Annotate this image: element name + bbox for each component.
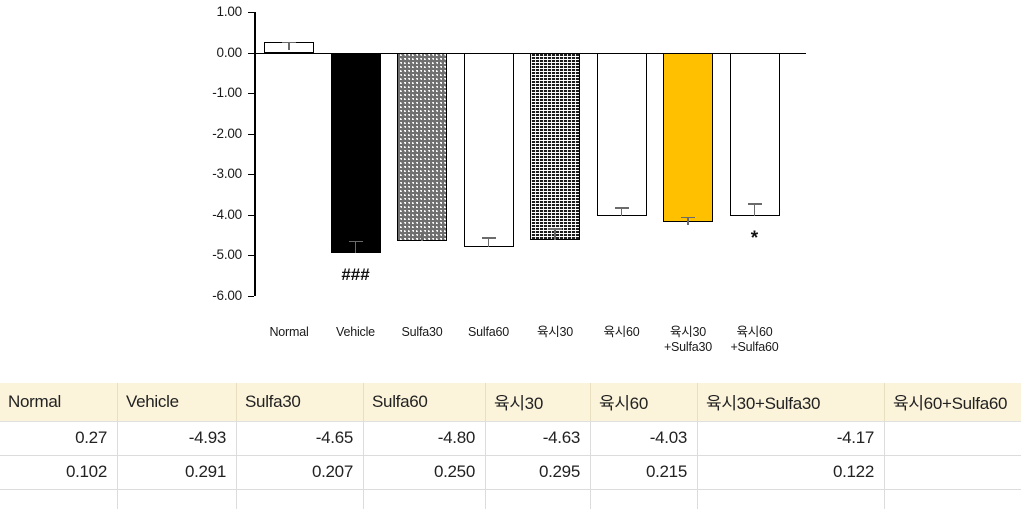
table-cell-r1c5[interactable]: -4.63 xyxy=(485,421,591,456)
table-header-row: Normal Vehicle Sulfa30 Sulfa60 육시30 육시60 육시30+… xyxy=(0,383,1021,422)
bar-rect-육시60--Sulfa60 xyxy=(729,52,780,217)
table-body: 0.27-4.93-4.65-4.80-4.63-4.03-4.17-4.040… xyxy=(0,421,1021,509)
table-cell-r3c4[interactable] xyxy=(363,489,486,509)
data-table-container: Normal Vehicle Sulfa30 Sulfa60 육시30 육시60 육시30+… xyxy=(0,383,1021,509)
y-axis-line xyxy=(254,12,256,296)
y-tick-mark xyxy=(248,214,254,216)
bar-rect-Sulfa60 xyxy=(463,52,514,248)
x-label-8: 육시60 +Sulfa60 xyxy=(730,325,779,354)
table-cell-r1c4[interactable]: -4.80 xyxy=(363,421,486,456)
y-tick-mark xyxy=(248,255,254,257)
table-header-2[interactable]: Vehicle xyxy=(117,383,237,422)
table-row xyxy=(0,489,1021,509)
bar-4 xyxy=(463,52,514,248)
bar-rect-육시30 xyxy=(530,52,580,241)
y-tick-label: 0.00 xyxy=(216,44,243,60)
table-cell-r2c1[interactable]: 0.102 xyxy=(0,455,118,490)
y-tick-label: -6.00 xyxy=(212,288,242,303)
bar-6 xyxy=(596,52,647,217)
bar-8 xyxy=(729,52,780,217)
bar-7 xyxy=(663,52,713,222)
table-header-4[interactable]: Sulfa60 xyxy=(363,383,486,422)
table-cell-r1c3[interactable]: -4.65 xyxy=(236,421,364,456)
table-cell-r3c3[interactable] xyxy=(236,489,364,509)
bar-5 xyxy=(530,52,580,241)
table-cell-r1c7[interactable]: -4.17 xyxy=(697,421,885,456)
table-header-6[interactable]: 육시60 xyxy=(590,383,698,422)
table-cell-r3c5[interactable] xyxy=(485,489,591,509)
error-bar-stem xyxy=(753,203,756,217)
table-cell-r3c8[interactable] xyxy=(884,489,1021,509)
data-table: Normal Vehicle Sulfa30 Sulfa60 육시30 육시60 육시30+… xyxy=(0,383,1021,509)
table-cell-r2c2[interactable]: 0.291 xyxy=(117,455,237,490)
y-tick-label: -5.00 xyxy=(212,247,242,263)
error-bar-stem xyxy=(354,240,357,253)
table-header-7[interactable]: 육시30+Sulfa30 xyxy=(697,383,885,422)
error-bar-cap xyxy=(282,41,296,44)
y-tick-mark xyxy=(248,52,254,54)
y-tick-mark xyxy=(248,133,254,135)
error-bar-cap xyxy=(348,240,363,243)
bar-rect-Sulfa30 xyxy=(397,52,447,242)
table-cell-r3c1[interactable] xyxy=(0,489,118,509)
y-tick-label: 1.00 xyxy=(216,4,243,19)
bar-rect-Vehicle xyxy=(330,52,381,253)
y-tick-label: -1.00 xyxy=(212,85,242,101)
bar-rect-육시30--Sulfa30 xyxy=(663,52,713,222)
table-cell-r3c6[interactable] xyxy=(590,489,698,509)
table-cell-r1c2[interactable]: -4.93 xyxy=(117,421,237,456)
table-cell-r2c4[interactable]: 0.250 xyxy=(363,455,486,490)
error-bar-cap xyxy=(415,232,429,235)
table-header-1[interactable]: Normal xyxy=(0,383,118,422)
table-header-3[interactable]: Sulfa30 xyxy=(236,383,364,422)
table-header-8[interactable]: 육시60+Sulfa60 xyxy=(884,383,1021,422)
table-cell-r2c3[interactable]: 0.207 xyxy=(236,455,364,490)
table-cell-r1c6[interactable]: -4.03 xyxy=(590,421,698,456)
bar-chart: 1.00 0.00 -1.00 -2.00 -3.00 -4.00 -5.00 -6.00 N… xyxy=(0,0,1021,378)
significance-marker-hashhashhash: ### xyxy=(341,264,370,284)
y-tick-label: -3.00 xyxy=(212,166,242,182)
error-bar-cap xyxy=(747,203,762,205)
y-tick-label: -4.00 xyxy=(212,206,242,222)
y-tick-mark xyxy=(248,296,254,297)
bar-2 xyxy=(330,52,381,253)
table-cell-r2c5[interactable]: 0.295 xyxy=(485,455,591,490)
y-tick-mark xyxy=(248,174,254,176)
table-cell-r3c2[interactable] xyxy=(117,489,237,509)
y-tick-mark xyxy=(248,93,254,95)
table-cell-r1c1[interactable]: 0.27 xyxy=(0,421,118,456)
table-header-5[interactable]: 육시30 xyxy=(485,383,591,422)
y-tick-mark xyxy=(248,12,254,13)
significance-marker-star: * xyxy=(750,228,759,250)
table-row: 0.1020.2910.2070.2500.2950.2150.1220.330 xyxy=(0,455,1021,490)
error-bar-cap xyxy=(548,228,562,231)
table-cell-r3c7[interactable] xyxy=(697,489,885,509)
table-cell-r1c8[interactable]: -4.04 xyxy=(884,421,1021,456)
bar-rect-육시60 xyxy=(596,52,647,217)
error-bar-cap xyxy=(614,207,629,209)
table-cell-r2c7[interactable]: 0.122 xyxy=(697,455,885,490)
error-bar-cap xyxy=(681,216,695,219)
table-cell-r2c6[interactable]: 0.215 xyxy=(590,455,698,490)
error-bar-stem xyxy=(554,228,556,241)
table-row: 0.27-4.93-4.65-4.80-4.63-4.03-4.17-4.04 xyxy=(0,421,1021,456)
bar-3 xyxy=(397,52,447,242)
table-cell-r2c8[interactable]: 0.330 xyxy=(884,455,1021,490)
y-tick-label: -2.00 xyxy=(212,125,242,141)
error-bar-cap xyxy=(481,237,496,239)
